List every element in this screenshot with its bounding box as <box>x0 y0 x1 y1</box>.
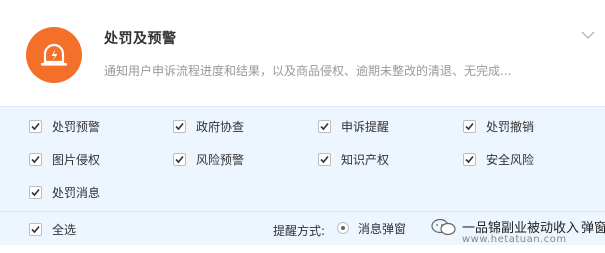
option-label: 申诉提醒 <box>341 119 390 134</box>
option-label: 安全风险 <box>486 152 535 167</box>
watermark-url: www.hetatuan.com <box>462 234 567 245</box>
checkbox[interactable] <box>173 152 186 166</box>
option-risk-warning[interactable]: 风险预警 <box>173 150 244 168</box>
option-gov-assist[interactable]: 政府协查 <box>173 117 244 135</box>
panel-description: 通知用户申诉流程进度和结果，以及商品侵权、逾期未整改的清退、无完成... <box>104 64 512 78</box>
checkbox[interactable] <box>318 119 331 133</box>
checkbox[interactable] <box>173 119 186 133</box>
check-icon <box>175 155 184 163</box>
wechat-icon <box>431 218 456 235</box>
checkbox[interactable] <box>29 185 42 199</box>
category-logo <box>26 27 82 83</box>
panel-title: 处罚及预警 <box>104 31 177 47</box>
check-icon <box>31 155 40 163</box>
chevron-down-icon[interactable] <box>581 30 595 40</box>
option-punish-message[interactable]: 处罚消息 <box>29 183 100 201</box>
radio-button[interactable] <box>337 222 349 234</box>
checkbox[interactable] <box>463 119 476 133</box>
checkbox[interactable] <box>318 152 331 166</box>
checkbox[interactable] <box>29 152 42 166</box>
trailing-option-text: 弹窗 <box>581 221 605 236</box>
radio-label: 消息弹窗 <box>358 221 407 236</box>
option-label: 处罚撤销 <box>486 119 535 134</box>
checkbox[interactable] <box>29 222 42 236</box>
checkbox[interactable] <box>29 119 42 133</box>
check-icon <box>175 122 184 130</box>
option-image-infringe[interactable]: 图片侵权 <box>29 150 100 168</box>
check-icon <box>31 188 40 196</box>
check-icon <box>31 225 40 233</box>
select-all-checkbox[interactable]: 全选 <box>29 220 76 238</box>
select-all-label: 全选 <box>52 222 77 237</box>
check-icon <box>465 122 474 130</box>
panel-header[interactable]: 处罚及预警 通知用户申诉流程进度和结果，以及商品侵权、逾期未整改的清退、无完成.… <box>0 0 605 106</box>
option-security-risk[interactable]: 安全风险 <box>463 150 534 168</box>
check-icon <box>465 155 474 163</box>
remind-method-label: 提醒方式: <box>273 224 326 238</box>
notification-options: 处罚预警 政府协查 申诉提醒 处罚撤销 图片侵权 风险预警 知识产权 安全风险 … <box>0 106 605 211</box>
option-appeal-remind[interactable]: 申诉提醒 <box>318 117 389 135</box>
check-icon <box>320 122 329 130</box>
options-footer: 全选 提醒方式: 消息弹窗 一品锦副业被动收入 弹窗 www.hetatuan.… <box>0 211 605 245</box>
option-label: 处罚预警 <box>52 119 101 134</box>
option-label: 政府协查 <box>196 119 245 134</box>
option-label: 图片侵权 <box>52 152 101 167</box>
checkbox[interactable] <box>463 152 476 166</box>
option-punish-warning[interactable]: 处罚预警 <box>29 117 100 135</box>
notification-settings-panel: 处罚及预警 通知用户申诉流程进度和结果，以及商品侵权、逾期未整改的清退、无完成.… <box>0 0 605 253</box>
option-label: 风险预警 <box>196 152 245 167</box>
bell-warning-icon <box>41 43 67 66</box>
option-label: 处罚消息 <box>52 185 101 200</box>
check-icon <box>31 122 40 130</box>
option-ip[interactable]: 知识产权 <box>318 150 389 168</box>
remind-option-popup[interactable]: 消息弹窗 <box>337 220 406 236</box>
check-icon <box>320 155 329 163</box>
option-punish-revoke[interactable]: 处罚撤销 <box>463 117 534 135</box>
option-label: 知识产权 <box>341 152 390 167</box>
